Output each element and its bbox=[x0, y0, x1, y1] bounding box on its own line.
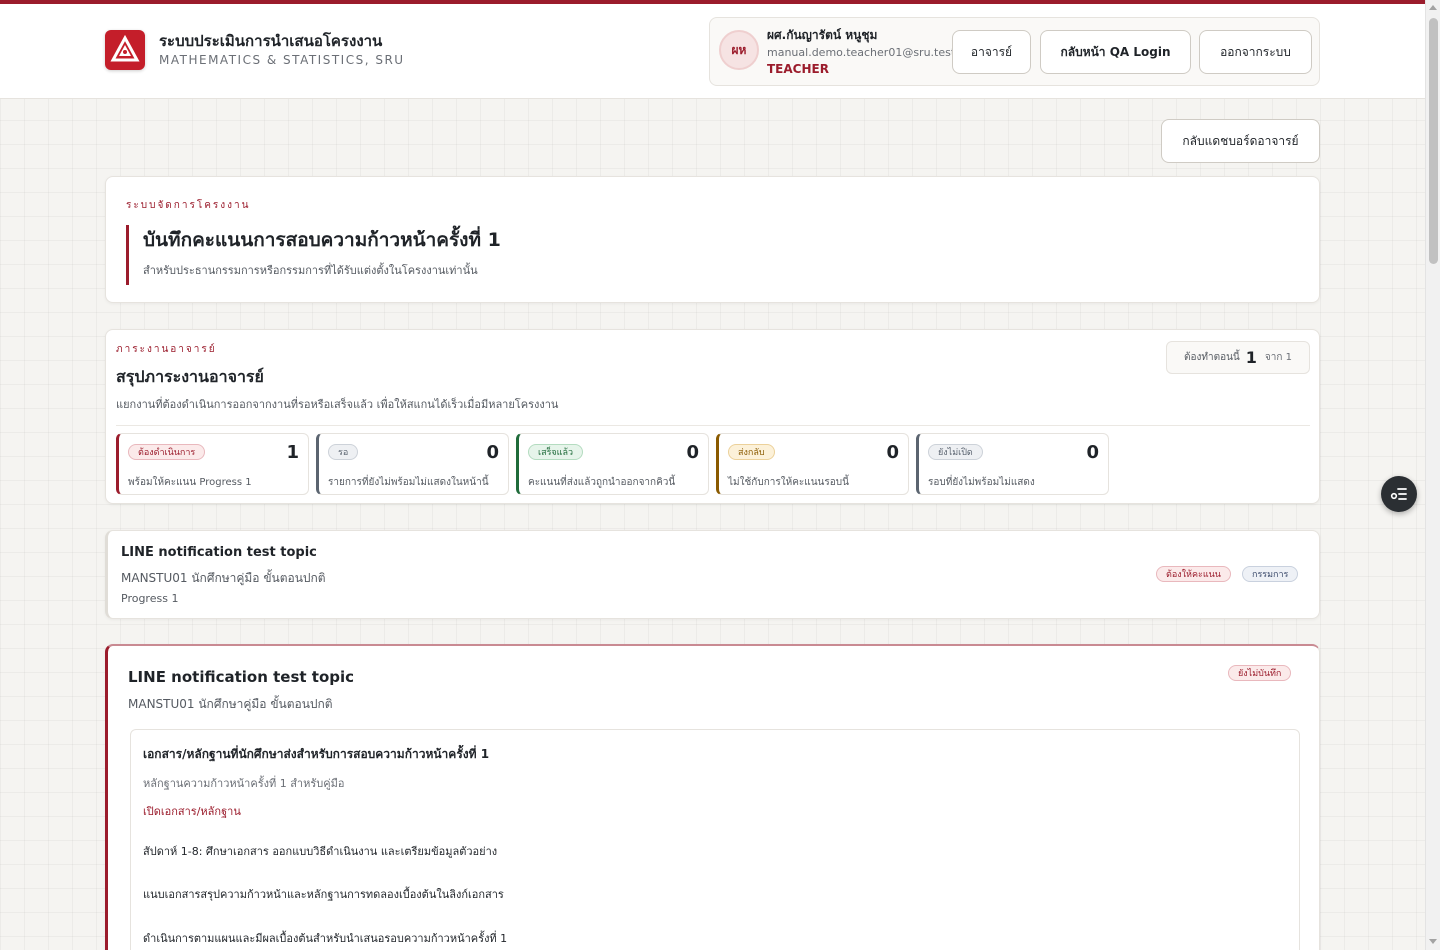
logout-button[interactable]: ออกจากระบบ bbox=[1199, 30, 1312, 74]
stat-value: 0 bbox=[686, 442, 699, 463]
stat-card-not-open[interactable]: ยังไม่เปิด 0 รอบที่ยังไม่พร้อมไม่แสดง bbox=[916, 433, 1109, 495]
todo-count-total: จาก 1 bbox=[1264, 352, 1292, 363]
back-to-dashboard-button[interactable]: กลับแดชบอร์ดอาจารย์ bbox=[1161, 119, 1320, 163]
score-project-title: LINE notification test topic bbox=[128, 668, 355, 686]
project-list-item[interactable]: LINE notification test topic MANSTU01 นั… bbox=[105, 530, 1320, 619]
score-entry-card: LINE notification test topic MANSTU01 นั… bbox=[105, 644, 1320, 950]
user-name: ผศ.กันญารัตน์ หนูชุม bbox=[767, 28, 878, 42]
page-scrollbar[interactable] bbox=[1425, 0, 1440, 950]
stat-pill: ต้องดำเนินการ bbox=[128, 444, 206, 460]
summary-eyebrow: ภาระงานอาจารย์ bbox=[116, 344, 217, 355]
project-step: Progress 1 bbox=[121, 592, 179, 605]
scrollbar-thumb[interactable] bbox=[1429, 18, 1438, 264]
title-block: บันทึกคะแนนการสอบความก้าวหน้าครั้งที่ 1 … bbox=[126, 225, 501, 285]
stat-value: 0 bbox=[486, 442, 499, 463]
todo-count-value: 1 bbox=[1245, 348, 1257, 367]
todo-count-label: ต้องทำตอนนี้ bbox=[1184, 352, 1240, 363]
user-email: manual.demo.teacher01@sru.test bbox=[767, 46, 956, 59]
sru-logo-icon bbox=[105, 30, 145, 70]
evidence-box: เอกสาร/หลักฐานที่นักศึกษาส่งสำหรับการสอบ… bbox=[130, 729, 1300, 950]
avatar: ผห bbox=[719, 30, 759, 70]
app-header: ระบบประเมินการนำเสนอโครงงาน MATHEMATICS … bbox=[0, 4, 1425, 99]
floating-menu-button[interactable] bbox=[1381, 476, 1417, 512]
stat-card-returned[interactable]: ส่งกลับ 0 ไม่ใช้กับการให้คะแนนรอบนี้ bbox=[716, 433, 909, 495]
qa-login-button[interactable]: กลับหน้า QA Login bbox=[1040, 30, 1191, 74]
scroll-down-arrow-icon[interactable] bbox=[1429, 939, 1437, 944]
summary-title: สรุปภาระงานอาจารย์ bbox=[116, 367, 264, 386]
teacher-button[interactable]: อาจารย์ bbox=[952, 30, 1031, 74]
workload-summary-card: ภาระงานอาจารย์ สรุปภาระงานอาจารย์ แยกงาน… bbox=[105, 329, 1320, 504]
stat-pill: ส่งกลับ bbox=[728, 444, 775, 460]
stat-description: รอบที่ยังไม่พร้อมไม่แสดง bbox=[928, 477, 1035, 488]
stat-pill: ยังไม่เปิด bbox=[928, 444, 983, 460]
stat-card-completed[interactable]: เสร็จแล้ว 0 คะแนนที่ส่งแล้วถูกนำออกจากคิ… bbox=[516, 433, 709, 495]
scroll-up-arrow-icon[interactable] bbox=[1429, 5, 1437, 10]
summary-description: แยกงานที่ต้องดำเนินการออกจากงานที่รอหรือ… bbox=[116, 398, 559, 411]
list-settings-icon bbox=[1390, 488, 1407, 500]
stat-value: 0 bbox=[1086, 442, 1099, 463]
summary-divider bbox=[116, 425, 1310, 426]
not-saved-badge: ยังไม่บันทึก bbox=[1228, 665, 1292, 681]
page-title: บันทึกคะแนนการสอบความก้าวหน้าครั้งที่ 1 bbox=[143, 229, 501, 251]
title-eyebrow: ระบบจัดการโครงงาน bbox=[126, 200, 251, 211]
stat-description: ไม่ใช้กับการให้คะแนนรอบนี้ bbox=[728, 477, 849, 488]
stat-value: 0 bbox=[886, 442, 899, 463]
stat-card-waiting[interactable]: รอ 0 รายการที่ยังไม่พร้อมไม่แสดงในหน้านี… bbox=[316, 433, 509, 495]
project-subtitle: MANSTU01 นักศึกษาคู่มือ ขั้นตอนปกติ bbox=[121, 571, 326, 585]
committee-badge: กรรมการ bbox=[1242, 566, 1299, 582]
user-role: TEACHER bbox=[767, 62, 829, 76]
need-score-badge: ต้องให้คะแนน bbox=[1156, 566, 1231, 582]
user-panel: ผห ผศ.กันญารัตน์ หนูชุม manual.demo.teac… bbox=[709, 17, 1320, 86]
evidence-subtitle: หลักฐานความก้าวหน้าครั้งที่ 1 สำหรับคู่ม… bbox=[143, 777, 345, 790]
open-evidence-link[interactable]: เปิดเอกสาร/หลักฐาน bbox=[143, 802, 241, 820]
evidence-title: เอกสาร/หลักฐานที่นักศึกษาส่งสำหรับการสอบ… bbox=[143, 747, 490, 761]
stat-description: พร้อมให้คะแนน Progress 1 bbox=[128, 477, 252, 488]
title-card: ระบบจัดการโครงงาน บันทึกคะแนนการสอบความก… bbox=[105, 176, 1320, 303]
todo-count-box: ต้องทำตอนนี้ 1 จาก 1 bbox=[1166, 341, 1310, 374]
brand[interactable]: ระบบประเมินการนำเสนอโครงงาน MATHEMATICS … bbox=[105, 30, 405, 70]
evidence-line: สัปดาห์ 1-8: ศึกษาเอกสาร ออกแบบวิธีดำเนิ… bbox=[143, 845, 498, 858]
stat-description: คะแนนที่ส่งแล้วถูกนำออกจากคิวนี้ bbox=[528, 477, 676, 488]
page-description: สำหรับประธานกรรมการหรือกรรมการที่ได้รับแ… bbox=[143, 264, 478, 277]
stat-description: รายการที่ยังไม่พร้อมไม่แสดงในหน้านี้ bbox=[328, 477, 489, 488]
project-title: LINE notification test topic bbox=[121, 545, 317, 560]
brand-title: ระบบประเมินการนำเสนอโครงงาน bbox=[159, 32, 383, 50]
stat-value: 1 bbox=[286, 442, 299, 463]
score-project-subtitle: MANSTU01 นักศึกษาคู่มือ ขั้นตอนปกติ bbox=[128, 697, 333, 711]
stat-pill: เสร็จแล้ว bbox=[528, 444, 584, 460]
evidence-line: แนบเอกสารสรุปความก้าวหน้าและหลักฐานการทด… bbox=[143, 888, 504, 901]
stat-pill: รอ bbox=[328, 444, 359, 460]
brand-subtitle: MATHEMATICS & STATISTICS, SRU bbox=[159, 53, 405, 67]
stat-card-action-needed[interactable]: ต้องดำเนินการ 1 พร้อมให้คะแนน Progress 1 bbox=[116, 433, 309, 495]
evidence-line: ดำเนินการตามแผนและมีผลเบื้องต้นสำหรับนำเ… bbox=[143, 932, 508, 945]
